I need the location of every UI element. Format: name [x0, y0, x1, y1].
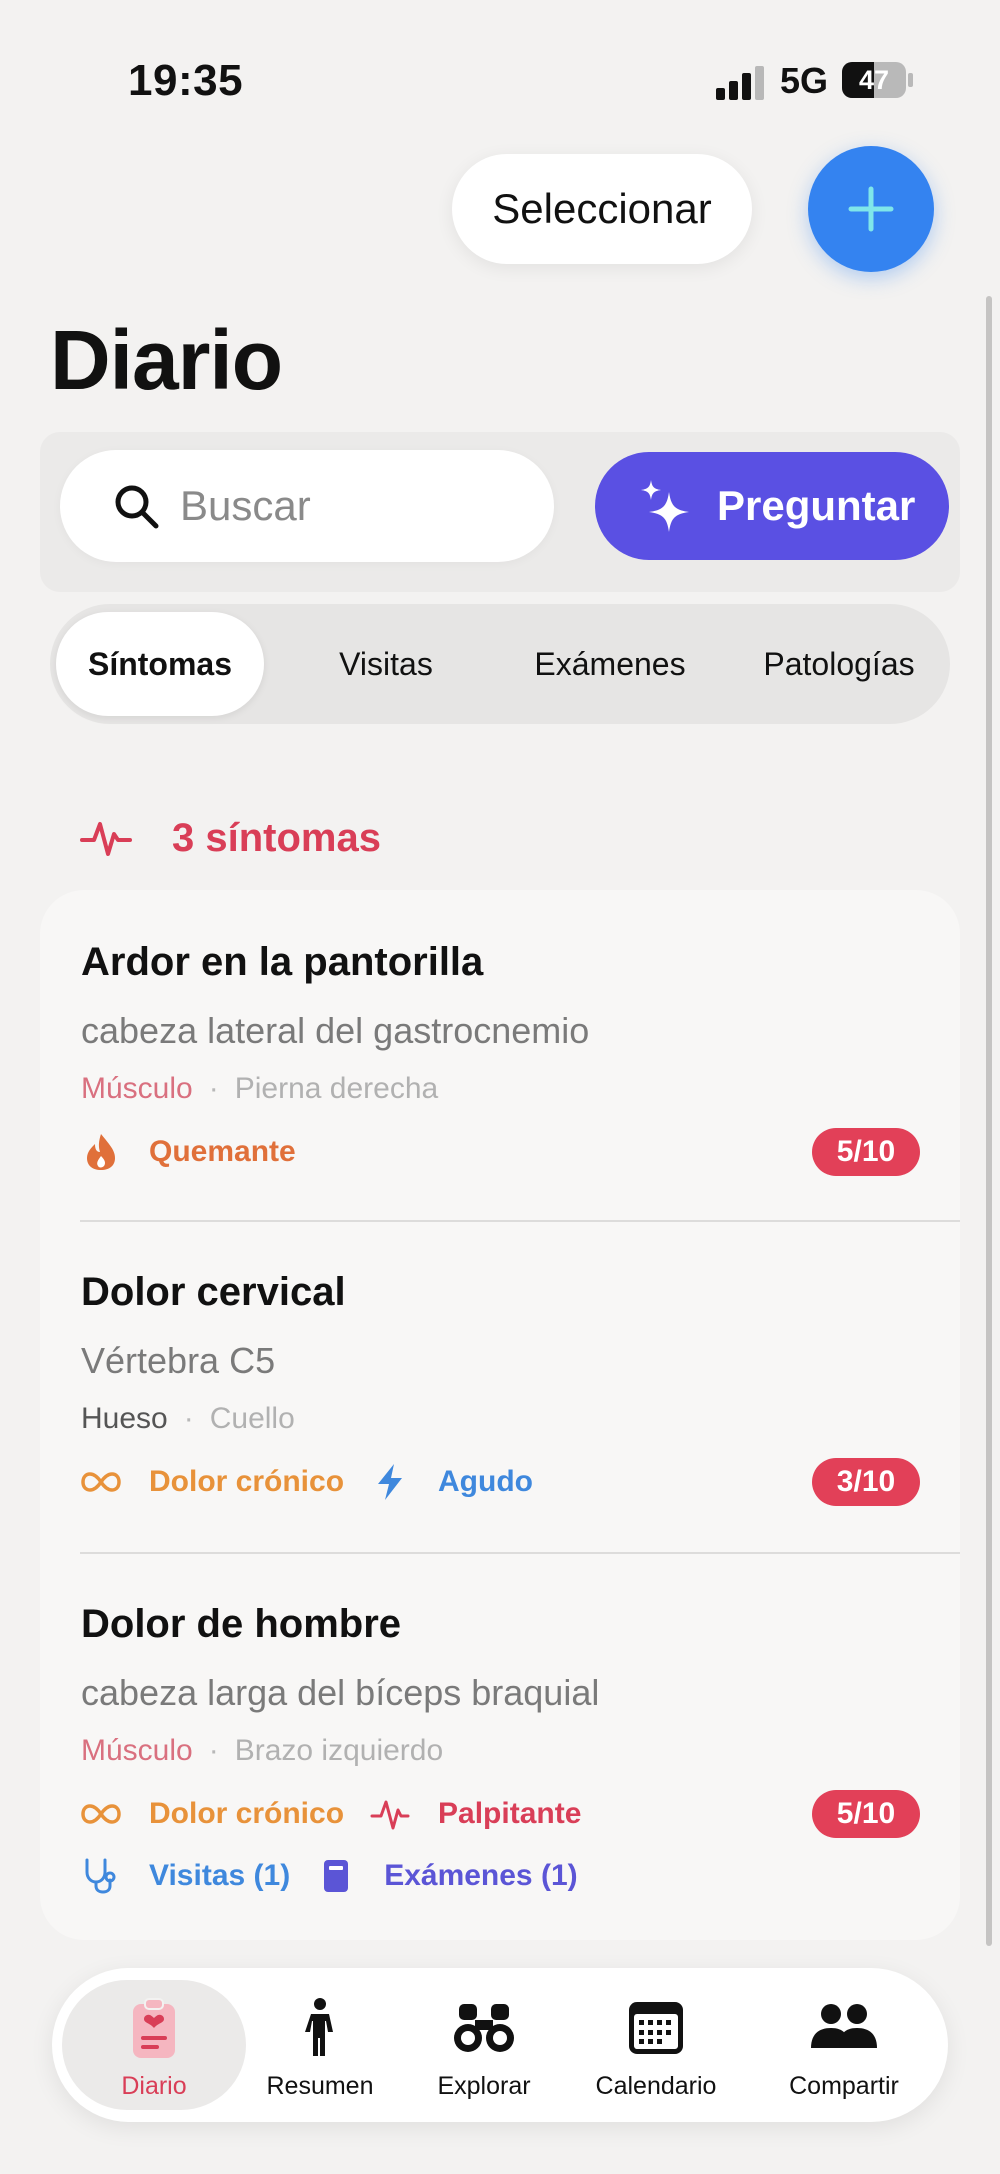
tab-bar-label: Resumen	[266, 2072, 374, 2100]
binoculars-icon	[454, 2004, 514, 2052]
ask-label: Preguntar	[717, 482, 916, 529]
search-icon	[115, 485, 159, 529]
tab-bar: Diario Resumen Explorar Calendario Compa…	[52, 1968, 948, 2122]
person-icon	[305, 1998, 333, 2056]
tab-visits[interactable]: Visitas	[286, 612, 486, 716]
symptom-subtitle: cabeza larga del bíceps braquial	[81, 1672, 600, 1713]
symptom-meta: Músculo · Pierna derecha	[81, 1072, 438, 1106]
meta-separator: ·	[208, 1072, 219, 1105]
segment-control: Síntomas Visitas Exámenes Patologías	[50, 604, 950, 724]
tab-pathologies[interactable]: Patologías	[734, 612, 944, 716]
severity-badge: 5/10	[812, 1790, 920, 1838]
pulse-icon	[370, 1800, 410, 1830]
meta-separator: ·	[208, 1734, 219, 1767]
location-label: Pierna derecha	[234, 1072, 439, 1105]
symptom-title: Ardor en la pantorilla	[81, 940, 484, 984]
infinity-icon	[81, 1804, 121, 1824]
tab-symptoms[interactable]: Síntomas	[56, 612, 264, 716]
tab-bar-explore[interactable]: Explorar	[414, 1980, 554, 2110]
tab-bar-summary[interactable]: Resumen	[250, 1980, 390, 2110]
visits-link[interactable]: Visitas (1)	[149, 1859, 290, 1893]
symptoms-count: 3 síntomas	[172, 815, 381, 860]
symptom-tags: Dolor crónico Palpitante	[81, 1790, 607, 1838]
tab-bar-label: Diario	[121, 2072, 187, 2100]
status-bar: 19:35 5G 47	[0, 0, 1000, 130]
search-input[interactable]	[180, 482, 540, 530]
sparkles-icon	[641, 480, 689, 532]
tissue-label: Músculo	[81, 1734, 193, 1767]
severity-badge: 5/10	[812, 1128, 920, 1176]
symptom-title: Dolor cervical	[81, 1270, 346, 1314]
symptom-tags: Quemante	[81, 1128, 322, 1176]
page-title: Diario	[50, 313, 283, 407]
meta-separator: ·	[183, 1402, 194, 1435]
cellular-signal-icon	[716, 66, 764, 100]
related-records: Visitas (1) Exámenes (1)	[81, 1852, 604, 1900]
tab-bar-share[interactable]: Compartir	[758, 1980, 930, 2110]
symptom-entry[interactable]: Ardor en la pantorilla cabeza lateral de…	[40, 890, 960, 1220]
select-button[interactable]: Seleccionar	[452, 154, 752, 264]
quality-tag: Agudo	[438, 1465, 533, 1498]
symptom-meta: Músculo · Brazo izquierdo	[81, 1734, 443, 1768]
tissue-label: Hueso	[81, 1402, 168, 1435]
search-row: Preguntar	[40, 432, 960, 592]
add-button[interactable]	[808, 146, 934, 272]
lightning-bolt-icon	[378, 1464, 403, 1500]
document-icon	[324, 1860, 349, 1892]
tab-exams[interactable]: Exámenes	[510, 612, 710, 716]
network-label: 5G	[780, 60, 829, 101]
symptom-title: Dolor de hombre	[81, 1602, 402, 1646]
exams-link[interactable]: Exámenes (1)	[384, 1859, 577, 1893]
plus-icon	[848, 186, 894, 232]
pulse-icon	[80, 822, 132, 856]
tab-bar-label: Compartir	[789, 2072, 899, 2100]
quality-tag: Palpitante	[438, 1797, 582, 1830]
symptom-entry[interactable]: Dolor de hombre cabeza larga del bíceps …	[40, 1554, 960, 1940]
calendar-icon	[629, 2002, 683, 2054]
symptom-entry[interactable]: Dolor cervical Vértebra C5 Hueso · Cuell…	[40, 1222, 960, 1552]
symptoms-section-header: 3 síntomas	[80, 808, 381, 868]
location-label: Cuello	[209, 1402, 295, 1435]
ask-button[interactable]: Preguntar	[595, 452, 949, 560]
search-field[interactable]	[60, 450, 554, 562]
people-icon	[811, 2004, 877, 2048]
tab-bar-calendar[interactable]: Calendario	[570, 1980, 742, 2110]
status-time: 19:35	[128, 56, 244, 105]
quality-tag: Dolor crónico	[149, 1465, 345, 1498]
tab-bar-label: Explorar	[437, 2072, 531, 2100]
flame-icon	[87, 1134, 115, 1170]
symptom-tags: Dolor crónico Agudo	[81, 1458, 559, 1506]
symptom-subtitle: cabeza lateral del gastrocnemio	[81, 1010, 590, 1051]
stethoscope-icon	[85, 1858, 116, 1894]
location-label: Brazo izquierdo	[234, 1734, 444, 1767]
quality-tag: Dolor crónico	[149, 1797, 345, 1830]
clipboard-heart-icon	[133, 1998, 175, 2058]
tab-bar-label: Calendario	[595, 2072, 717, 2100]
quality-tag: Quemante	[149, 1135, 296, 1168]
battery-level: 47	[858, 65, 890, 95]
tissue-label: Músculo	[81, 1072, 193, 1105]
symptom-meta: Hueso · Cuello	[81, 1402, 295, 1436]
infinity-icon	[81, 1472, 121, 1492]
symptom-subtitle: Vértebra C5	[81, 1340, 276, 1381]
tab-bar-diary[interactable]: Diario	[62, 1980, 246, 2110]
scrollbar[interactable]	[986, 296, 992, 1946]
symptom-list: Ardor en la pantorilla cabeza lateral de…	[40, 890, 960, 1940]
severity-badge: 3/10	[812, 1458, 920, 1506]
